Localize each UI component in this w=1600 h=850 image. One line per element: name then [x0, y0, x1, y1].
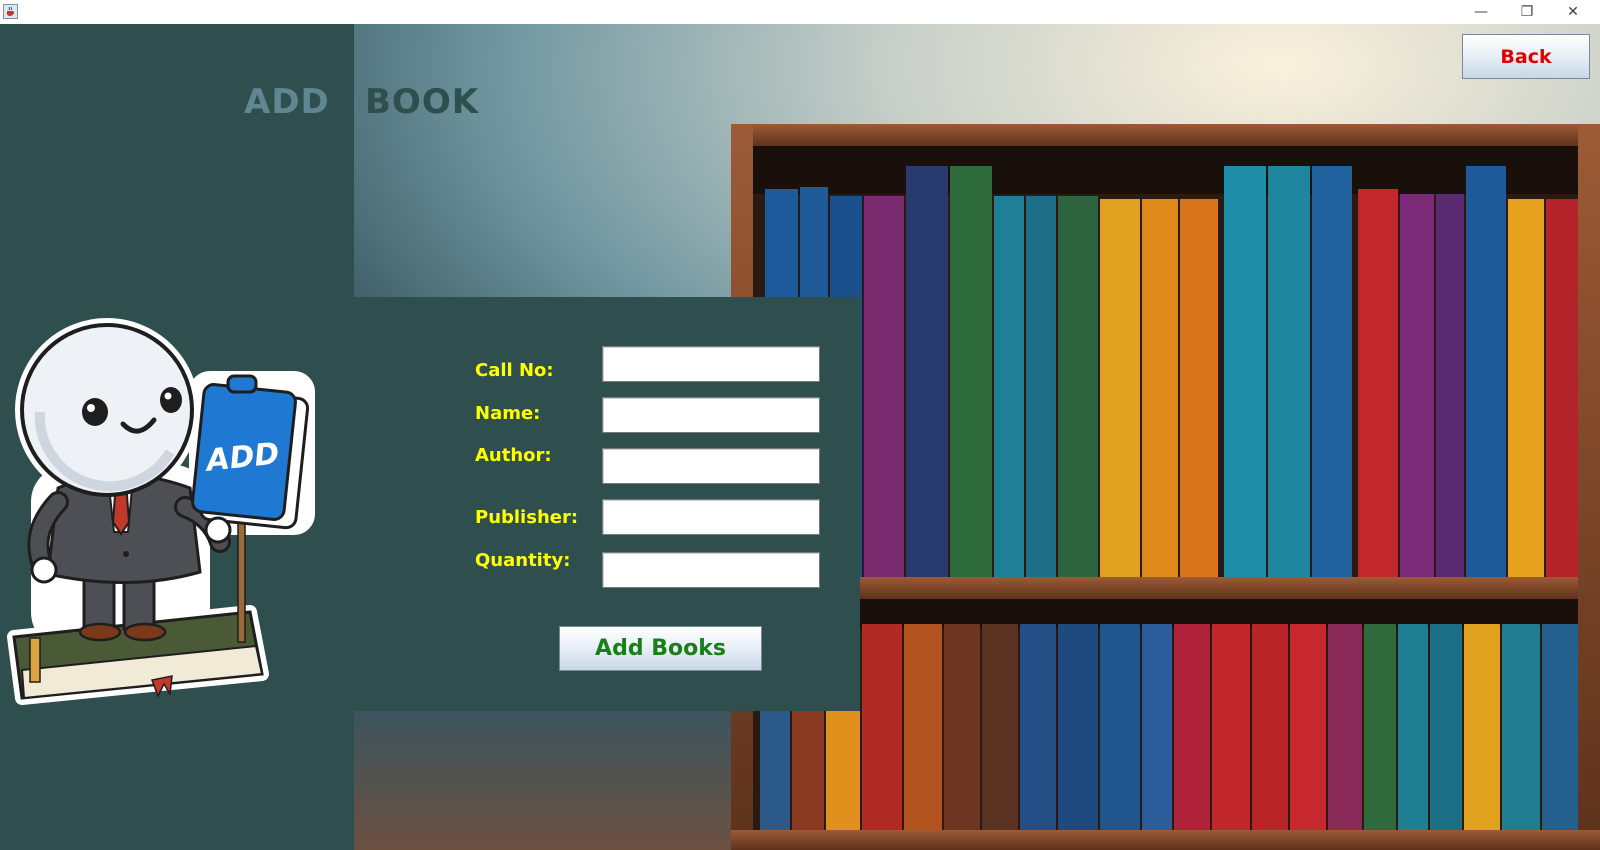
back-button[interactable]: Back	[1462, 34, 1590, 79]
publisher-label: Publisher:	[475, 507, 579, 528]
name-label: Name:	[475, 403, 541, 424]
call-no-input[interactable]	[602, 346, 820, 382]
publisher-input[interactable]	[602, 499, 820, 535]
quantity-label: Quantity:	[475, 550, 571, 571]
author-input[interactable]	[602, 448, 820, 484]
minimize-icon: —	[1474, 4, 1488, 20]
java-cup-icon	[3, 4, 18, 19]
window-content: ADD BOOK ADD Call No: Name: Author: Publ…	[0, 24, 1600, 850]
close-icon: ✕	[1567, 4, 1579, 20]
add-book-form: Call No: Name: Author: Publisher: Quanti…	[354, 297, 860, 711]
call-no-label: Call No:	[475, 360, 554, 381]
name-input[interactable]	[602, 397, 820, 433]
restore-icon: ❐	[1520, 4, 1534, 20]
window-titlebar: — ❐ ✕	[0, 0, 1600, 25]
mascot-illustration: ADD	[7, 318, 315, 705]
page-title-book: BOOK	[365, 82, 480, 122]
restore-button[interactable]: ❐	[1504, 0, 1550, 24]
author-label: Author:	[475, 445, 552, 466]
add-books-button[interactable]: Add Books	[559, 626, 762, 671]
minimize-button[interactable]: —	[1458, 0, 1504, 24]
close-button[interactable]: ✕	[1550, 0, 1596, 24]
quantity-input[interactable]	[602, 552, 820, 588]
page-title-add: ADD	[244, 82, 330, 122]
